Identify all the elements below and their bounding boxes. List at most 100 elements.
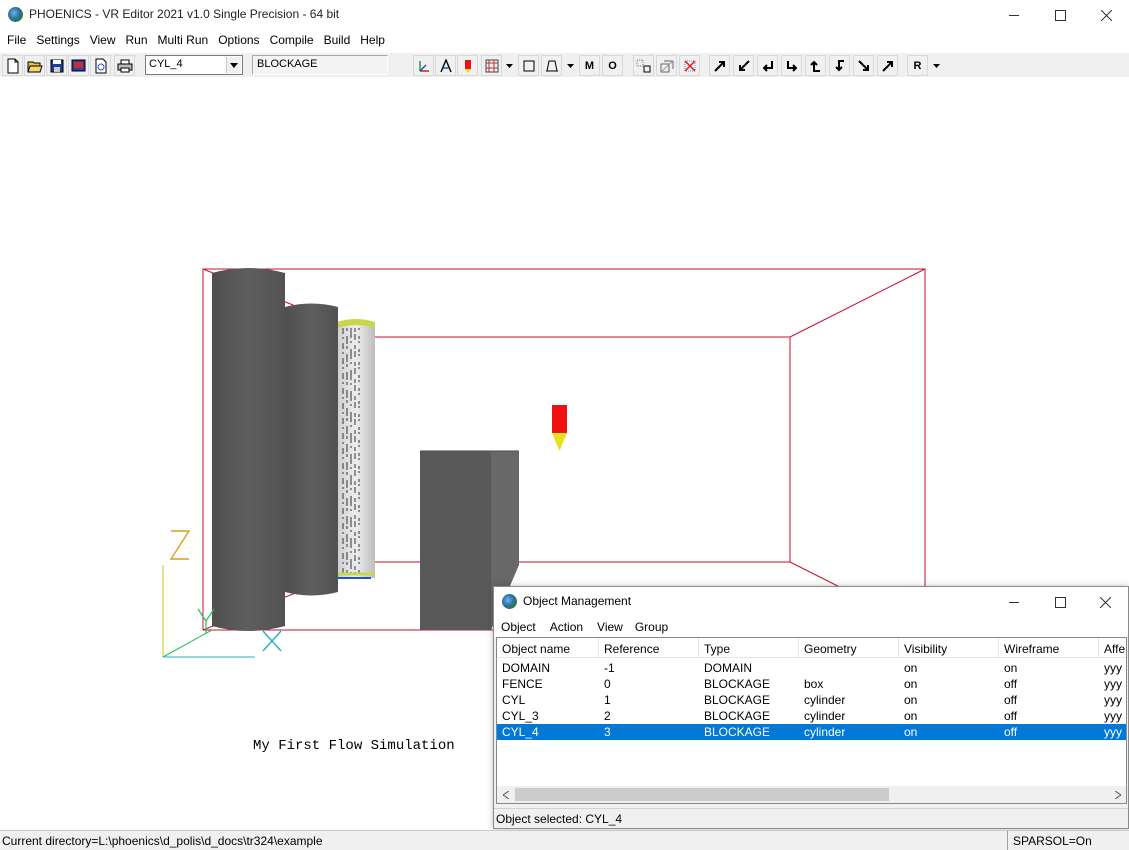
om-menu-group[interactable]: Group xyxy=(630,617,673,637)
cell-visibility: on xyxy=(904,725,918,739)
toggle-axes-button[interactable] xyxy=(413,55,434,76)
view-down-left-button[interactable] xyxy=(733,55,754,76)
table-row[interactable]: CYL_4 3 BLOCKAGE cylinder on off yyy xyxy=(497,724,1126,740)
print-button[interactable] xyxy=(114,55,135,76)
menu-run[interactable]: Run xyxy=(121,30,153,50)
om-close-button[interactable] xyxy=(1082,587,1128,617)
printer-icon xyxy=(117,59,132,72)
menu-build[interactable]: Build xyxy=(319,30,356,50)
object-management-status: Object selected: CYL_4 xyxy=(494,808,1128,828)
cell-type: DOMAIN xyxy=(704,661,752,675)
save-disk-icon xyxy=(50,59,63,72)
column-wireframe[interactable]: Wireframe xyxy=(999,638,1099,658)
view-turn-left-button[interactable] xyxy=(757,55,778,76)
sparsol-status: SPARSOL=On xyxy=(1013,834,1092,848)
new-file-icon xyxy=(7,58,18,73)
window-title: PHOENICS - VR Editor 2021 v1.0 Single Pr… xyxy=(29,7,340,21)
menu-view[interactable]: View xyxy=(85,30,121,50)
column-object-name[interactable]: Object name xyxy=(497,638,599,658)
reset-view-button[interactable]: R xyxy=(907,55,928,76)
maximize-button[interactable] xyxy=(1037,0,1083,30)
cell-affects: yyy xyxy=(1104,661,1122,675)
toggle-probe-button[interactable] xyxy=(457,55,478,76)
chevron-down-icon xyxy=(226,57,241,73)
open-folder-button[interactable] xyxy=(24,55,45,76)
mesh-button[interactable]: M xyxy=(579,55,600,76)
horizontal-scrollbar[interactable] xyxy=(497,786,1126,803)
status-bar: Current directory=L:\phoenics\d_polis\d_… xyxy=(0,830,1129,850)
save-button[interactable] xyxy=(46,55,67,76)
object-selector-dropdown[interactable]: CYL_4 xyxy=(145,55,243,75)
menu-options[interactable]: Options xyxy=(213,30,264,50)
toggle-grid-button[interactable] xyxy=(481,55,502,76)
object-type-field: BLOCKAGE xyxy=(252,55,388,75)
cell-visibility: on xyxy=(904,661,918,675)
cell-affects: yyy xyxy=(1104,693,1122,707)
view-up-right-2-button[interactable] xyxy=(877,55,898,76)
toggle-outline-button[interactable] xyxy=(518,55,539,76)
document-magnifier-icon xyxy=(95,58,106,73)
cell-geometry: box xyxy=(804,677,824,691)
object-list-header: Object name Reference Type Geometry Visi… xyxy=(497,638,1126,658)
grid-options-dropdown[interactable] xyxy=(503,55,515,76)
view-turn-right-button[interactable] xyxy=(781,55,802,76)
om-minimize-button[interactable] xyxy=(991,587,1037,617)
cell-reference: 2 xyxy=(604,709,611,723)
close-button[interactable] xyxy=(1083,0,1129,30)
cell-affects: yyy xyxy=(1104,677,1122,691)
object-dialog-button[interactable]: O xyxy=(602,55,623,76)
object-selector-value: CYL_4 xyxy=(149,58,183,70)
cylinder-cyl-4 xyxy=(337,319,375,579)
scroll-right-icon[interactable] xyxy=(1109,786,1126,803)
scrollbar-thumb[interactable] xyxy=(515,788,889,801)
cell-wireframe: off xyxy=(1004,677,1018,691)
menu-settings[interactable]: Settings xyxy=(31,30,84,50)
delete-icon xyxy=(683,59,696,72)
arrow-down-left-icon xyxy=(738,59,750,71)
column-affects[interactable]: Affe xyxy=(1099,638,1126,658)
cell-visibility: on xyxy=(904,677,918,691)
toggle-bin-button[interactable] xyxy=(541,55,562,76)
scroll-left-icon[interactable] xyxy=(497,786,514,803)
cell-geometry: cylinder xyxy=(804,725,846,739)
menu-multi-run[interactable]: Multi Run xyxy=(153,30,214,50)
reset-view-dropdown[interactable] xyxy=(930,55,942,76)
table-row[interactable]: CYL 1 BLOCKAGE cylinder on off yyy xyxy=(497,692,1126,708)
om-menu-view[interactable]: View xyxy=(592,617,628,637)
object-list[interactable]: Object name Reference Type Geometry Visi… xyxy=(496,637,1127,804)
column-geometry[interactable]: Geometry xyxy=(799,638,899,658)
view-up-right-button[interactable] xyxy=(709,55,730,76)
bin-options-dropdown[interactable] xyxy=(564,55,576,76)
object-list-rows: DOMAIN -1 DOMAIN on on yyy FENCE 0 BLOCKAGE box on… xyxy=(497,660,1126,740)
menu-file[interactable]: File xyxy=(2,30,31,50)
view-rotate-down-button[interactable] xyxy=(829,55,850,76)
column-visibility[interactable]: Visibility xyxy=(899,638,999,658)
table-row[interactable]: FENCE 0 BLOCKAGE box on off yyy xyxy=(497,676,1126,692)
table-row[interactable]: DOMAIN -1 DOMAIN on on yyy xyxy=(497,660,1126,676)
column-type[interactable]: Type xyxy=(699,638,799,658)
om-maximize-button[interactable] xyxy=(1037,587,1083,617)
arrow-turn-down-icon xyxy=(834,59,844,71)
menu-compile[interactable]: Compile xyxy=(265,30,319,50)
arrow-down-right-icon xyxy=(857,59,869,71)
view-down-right-button[interactable] xyxy=(853,55,874,76)
duplicate-object-button[interactable] xyxy=(656,55,677,76)
menu-help[interactable]: Help xyxy=(355,30,390,50)
column-reference[interactable]: Reference xyxy=(599,638,699,658)
print-preview-button[interactable] xyxy=(90,55,111,76)
new-file-button[interactable] xyxy=(2,55,23,76)
table-row[interactable]: CYL_3 2 BLOCKAGE cylinder on off yyy xyxy=(497,708,1126,724)
delete-object-button[interactable] xyxy=(679,55,700,76)
cell-object-name: CYL xyxy=(502,693,526,707)
save-picture-button[interactable] xyxy=(68,55,89,76)
view-rotate-up-button[interactable] xyxy=(805,55,826,76)
om-menu-object[interactable]: Object xyxy=(496,617,541,637)
toolbar: CYL_4 BLOCKAGE M O R xyxy=(0,52,1129,77)
cell-object-name: CYL_3 xyxy=(502,709,539,723)
new-object-button[interactable] xyxy=(633,55,654,76)
om-menu-action[interactable]: Action xyxy=(545,617,588,637)
toggle-text-button[interactable] xyxy=(435,55,456,76)
cell-wireframe: on xyxy=(1004,661,1018,675)
cell-type: BLOCKAGE xyxy=(704,725,771,739)
minimize-button[interactable] xyxy=(991,0,1037,30)
